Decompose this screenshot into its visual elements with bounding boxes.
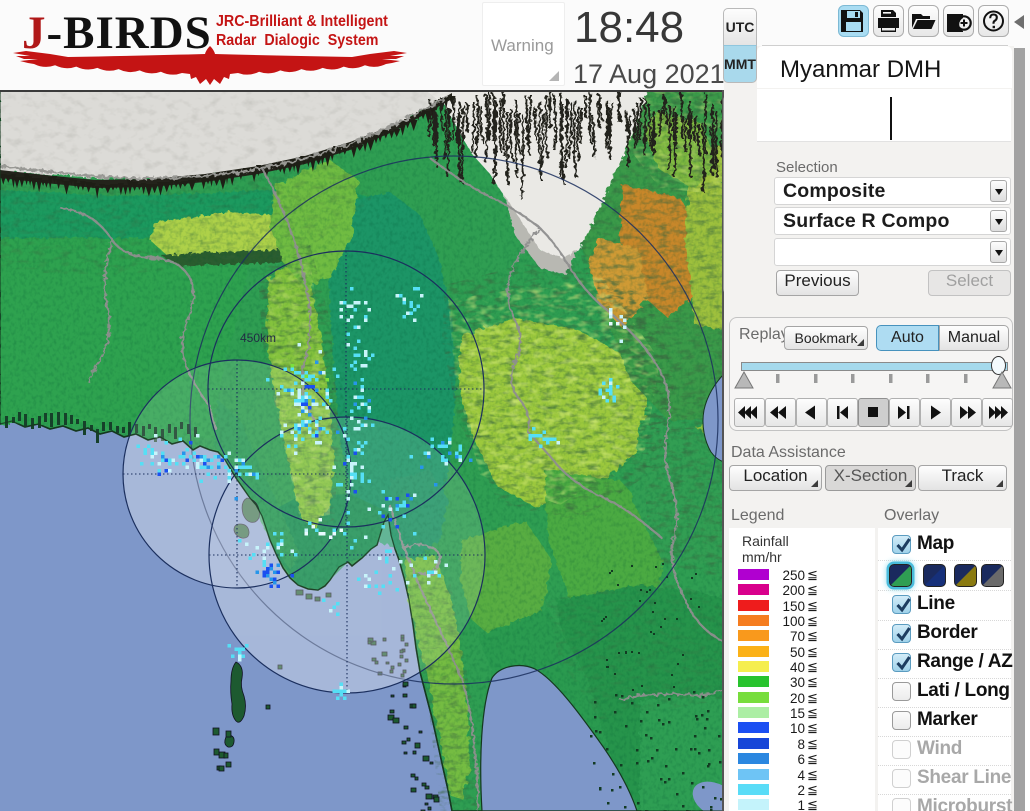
svg-text:450km: 450km bbox=[240, 331, 276, 345]
